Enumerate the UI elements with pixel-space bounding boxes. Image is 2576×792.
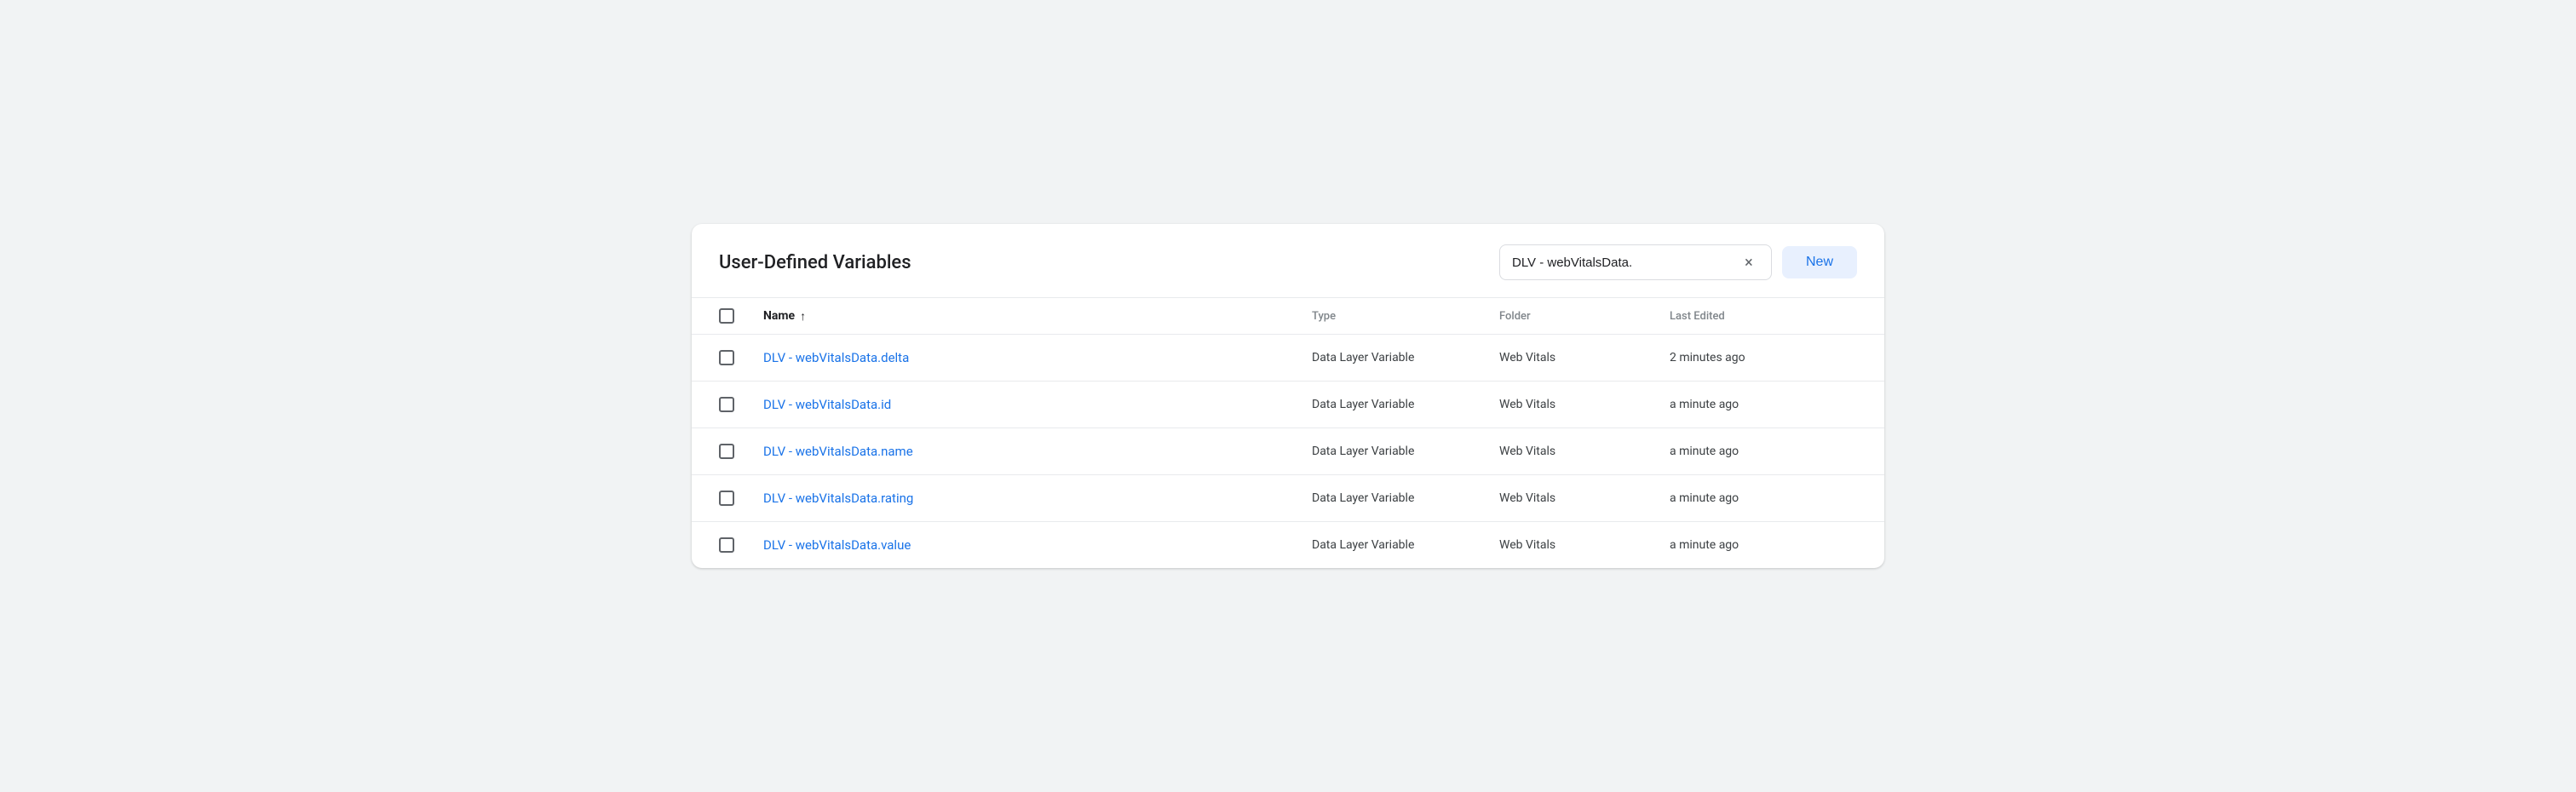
row-type: Data Layer Variable xyxy=(1312,398,1499,411)
row-checkbox[interactable] xyxy=(719,397,734,412)
header-actions: × New xyxy=(1499,244,1857,280)
row-type: Data Layer Variable xyxy=(1312,445,1499,458)
col-header-type: Type xyxy=(1312,310,1499,323)
col-header-last-edited: Last Edited xyxy=(1670,310,1857,323)
row-last-edited: a minute ago xyxy=(1670,538,1857,552)
row-type: Data Layer Variable xyxy=(1312,351,1499,364)
row-checkbox[interactable] xyxy=(719,350,734,365)
row-name[interactable]: DLV - webVitalsData.rating xyxy=(763,491,1312,506)
row-checkbox[interactable] xyxy=(719,444,734,459)
search-input[interactable] xyxy=(1512,255,1739,270)
main-panel: User-Defined Variables × New Name ↑ Type… xyxy=(692,224,1884,568)
panel-header: User-Defined Variables × New xyxy=(692,224,1884,298)
table-row: DLV - webVitalsData.rating Data Layer Va… xyxy=(692,475,1884,522)
table-row: DLV - webVitalsData.value Data Layer Var… xyxy=(692,522,1884,568)
sort-ascending-icon: ↑ xyxy=(800,309,806,324)
row-folder: Web Vitals xyxy=(1499,445,1670,458)
row-checkbox-container[interactable] xyxy=(719,537,763,553)
col-header-name-label: Name xyxy=(763,309,795,323)
row-last-edited: a minute ago xyxy=(1670,491,1857,505)
row-checkbox-container[interactable] xyxy=(719,397,763,412)
row-last-edited: a minute ago xyxy=(1670,398,1857,411)
row-checkbox-container[interactable] xyxy=(719,350,763,365)
row-last-edited: a minute ago xyxy=(1670,445,1857,458)
row-checkbox[interactable] xyxy=(719,491,734,506)
row-folder: Web Vitals xyxy=(1499,398,1670,411)
row-type: Data Layer Variable xyxy=(1312,538,1499,552)
clear-icon[interactable]: × xyxy=(1739,252,1759,273)
table-header: Name ↑ Type Folder Last Edited xyxy=(692,298,1884,335)
table-row: DLV - webVitalsData.id Data Layer Variab… xyxy=(692,382,1884,428)
row-name[interactable]: DLV - webVitalsData.name xyxy=(763,444,1312,459)
row-checkbox[interactable] xyxy=(719,537,734,553)
row-last-edited: 2 minutes ago xyxy=(1670,351,1857,364)
col-header-name: Name ↑ xyxy=(763,309,1312,324)
col-header-folder: Folder xyxy=(1499,310,1670,323)
row-checkbox-container[interactable] xyxy=(719,491,763,506)
select-all-checkbox-container[interactable] xyxy=(719,308,763,324)
table-row: DLV - webVitalsData.name Data Layer Vari… xyxy=(692,428,1884,475)
row-checkbox-container[interactable] xyxy=(719,444,763,459)
select-all-checkbox[interactable] xyxy=(719,308,734,324)
row-name[interactable]: DLV - webVitalsData.delta xyxy=(763,350,1312,365)
table-body: DLV - webVitalsData.delta Data Layer Var… xyxy=(692,335,1884,568)
row-type: Data Layer Variable xyxy=(1312,491,1499,505)
panel-title: User-Defined Variables xyxy=(719,252,911,273)
row-folder: Web Vitals xyxy=(1499,351,1670,364)
row-folder: Web Vitals xyxy=(1499,538,1670,552)
row-name[interactable]: DLV - webVitalsData.id xyxy=(763,397,1312,412)
row-name[interactable]: DLV - webVitalsData.value xyxy=(763,537,1312,553)
row-folder: Web Vitals xyxy=(1499,491,1670,505)
search-container: × xyxy=(1499,244,1772,280)
table-row: DLV - webVitalsData.delta Data Layer Var… xyxy=(692,335,1884,382)
new-button[interactable]: New xyxy=(1782,246,1857,278)
